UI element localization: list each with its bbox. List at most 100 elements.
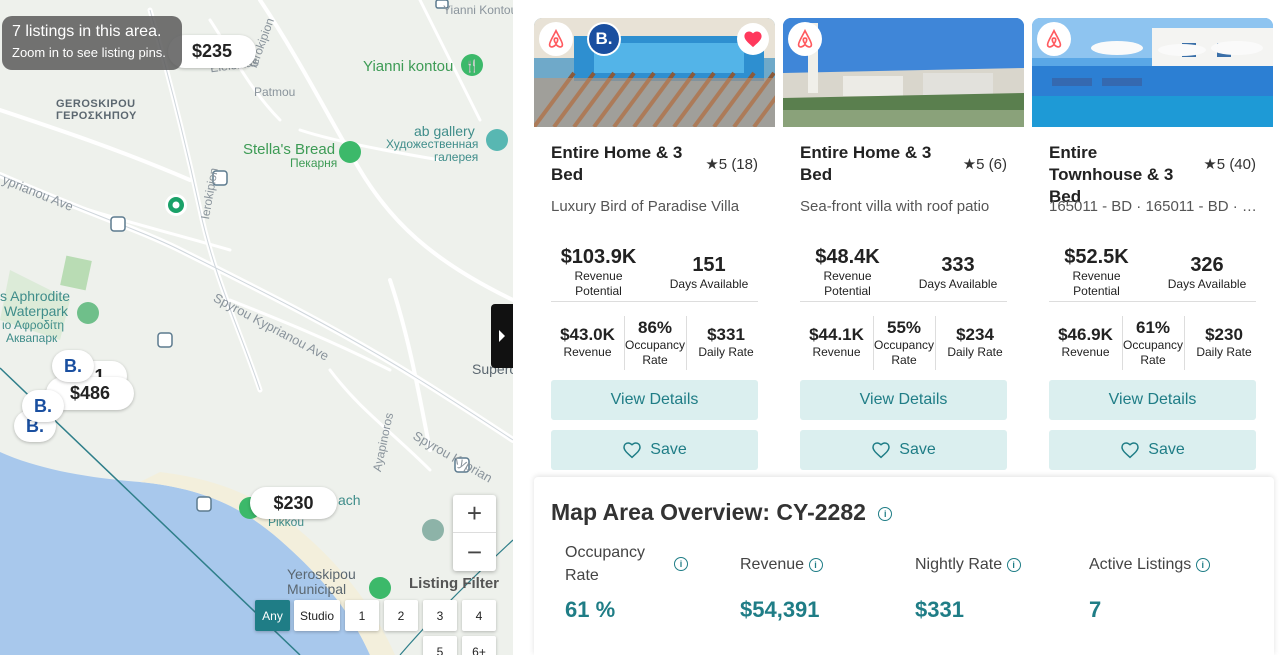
daily-rate-value: $331	[707, 325, 745, 344]
info-icon[interactable]: i	[1195, 557, 1210, 572]
listings-count-banner: 7 listings in this area. Zoom in to see …	[2, 16, 182, 70]
filter-option-any[interactable]: Any	[255, 600, 290, 631]
revenue-potential-stat: $103.9K Revenue Potential	[551, 246, 646, 299]
map-area-overview-panel: Map Area Overview: CY-2282 i Occupancy R…	[534, 477, 1274, 655]
map-label-street: Patmou	[254, 85, 296, 99]
filter-option-3[interactable]: 3	[423, 600, 457, 631]
info-icon[interactable]: i	[808, 557, 823, 572]
zoom-hint-text: Zoom in to see listing pins.	[12, 45, 166, 60]
daily-rate-value: $234	[956, 325, 994, 344]
price-pin[interactable]: $230	[250, 487, 337, 519]
info-icon[interactable]: i	[878, 506, 893, 521]
map-label-place: ΓΕΡΟΣΚΗΠΟΥ	[56, 110, 137, 122]
info-icon[interactable]: i	[674, 557, 688, 571]
map-label-poi: Waterpark	[4, 303, 69, 319]
revenue-potential-stat: $48.4K Revenue Potential	[800, 246, 895, 299]
revenue-potential-value: $52.5K	[1064, 246, 1129, 268]
daily-rate-stat: $230 Daily Rate	[1184, 325, 1264, 360]
listing-card[interactable]: B. Entire Home & 3 Bed ★5 (18) Luxury Bi…	[534, 18, 775, 498]
save-button[interactable]: Save	[1049, 430, 1256, 470]
daily-rate-label: Daily Rate	[947, 345, 1003, 359]
save-button[interactable]: Save	[800, 430, 1007, 470]
revenue-label: Revenue	[1061, 345, 1110, 359]
map-label-poi: Municipal	[287, 581, 347, 597]
save-button[interactable]: Save	[551, 430, 758, 470]
svg-text:🍴: 🍴	[465, 59, 480, 73]
map-label-poi: Stella's Bread	[243, 141, 336, 158]
divider	[551, 301, 758, 302]
info-icon[interactable]: i	[1006, 557, 1021, 572]
listing-photo[interactable]: B.	[534, 18, 775, 127]
heart-outline-icon	[1121, 442, 1140, 459]
listing-title[interactable]: Entire Home & 3 Bed	[551, 142, 691, 186]
listings-count-text: 7 listings in this area.	[12, 23, 162, 40]
divider	[1049, 301, 1256, 302]
map-label-poi: Yeroskipou	[287, 566, 356, 582]
listing-card[interactable]: Entire Townhouse & 3 Bed ★5 (40) 165011 …	[1032, 18, 1273, 498]
revenue-potential-value: $48.4K	[815, 246, 880, 268]
listing-rating: ★5 (18)	[705, 156, 758, 173]
occupancy-stat: 55% Occupancy Rate	[873, 318, 935, 368]
occupancy-rate-metric: Occupancy Rate i 61 %	[565, 541, 690, 622]
map-label-poi: s Aphrodite	[0, 288, 71, 304]
revenue-stat: $43.0K Revenue	[551, 325, 624, 360]
daily-rate-label: Daily Rate	[698, 345, 754, 359]
revenue-value: $43.0K	[560, 325, 615, 344]
view-details-button[interactable]: View Details	[551, 380, 758, 420]
map-label-poi: Yianni kontou	[363, 58, 454, 75]
revenue-potential-label: Revenue Potential	[1072, 269, 1121, 298]
filter-option-2[interactable]: 2	[384, 600, 418, 631]
divider	[800, 301, 1007, 302]
revenue-potential-label: Revenue Potential	[574, 269, 623, 298]
active-listings-metric: Active Listings i 7	[1089, 553, 1249, 622]
booking-pin[interactable]: B.	[22, 390, 64, 422]
metric-value: 7	[1089, 597, 1102, 622]
listing-filter-title: Listing Filter	[409, 575, 499, 592]
daily-rate-stat: $234 Daily Rate	[935, 325, 1015, 360]
save-label: Save	[1148, 441, 1185, 458]
listing-subtitle: Sea-front villa with roof patio	[800, 198, 990, 215]
listing-rating: ★5 (6)	[962, 156, 1007, 173]
filter-option-6plus[interactable]: 6+	[462, 636, 496, 655]
revenue-stat: $44.1K Revenue	[800, 325, 873, 360]
view-details-button[interactable]: View Details	[1049, 380, 1256, 420]
metric-value: $54,391	[740, 597, 820, 622]
map-label-poi: Пекарня	[290, 156, 338, 170]
listing-rating: ★5 (40)	[1203, 156, 1256, 173]
booking-logo-icon: B.	[587, 22, 621, 56]
revenue-potential-label: Revenue Potential	[823, 269, 872, 298]
listing-photo[interactable]	[783, 18, 1024, 127]
favorite-heart-button[interactable]	[737, 23, 769, 55]
zoom-in-button[interactable]: +	[453, 495, 496, 533]
filter-option-1[interactable]: 1	[345, 600, 379, 631]
filter-option-5[interactable]: 5	[423, 636, 457, 655]
days-available-value: 326	[1190, 254, 1224, 276]
save-label: Save	[899, 441, 936, 458]
listing-photo[interactable]	[1032, 18, 1273, 127]
caret-right-icon	[499, 330, 505, 342]
map-label-poi: галерея	[434, 150, 479, 164]
revenue-potential-stat: $52.5K Revenue Potential	[1049, 246, 1144, 299]
days-available-label: Days Available	[1167, 277, 1247, 291]
days-available-value: 333	[941, 254, 975, 276]
daily-rate-value: $230	[1205, 325, 1243, 344]
revenue-value: $44.1K	[809, 325, 864, 344]
days-available-stat: 333 Days Available	[908, 254, 1008, 292]
view-details-button[interactable]: View Details	[800, 380, 1007, 420]
listing-title[interactable]: Entire Home & 3 Bed	[800, 142, 940, 186]
filter-option-studio[interactable]: Studio	[294, 600, 340, 631]
app-root: 🍴 Yianni Kontou Yianni kontou GEROSKIPOU…	[0, 0, 1280, 655]
zoom-control: + −	[453, 495, 496, 571]
map-view[interactable]: 🍴 Yianni Kontou Yianni kontou GEROSKIPOU…	[0, 0, 513, 655]
occupancy-value: 86%	[637, 318, 673, 337]
booking-pin[interactable]: B.	[52, 350, 94, 382]
map-label-poi: ach	[338, 492, 361, 508]
nightly-rate-metric: Nightly Rate i $331	[915, 553, 1075, 622]
occupancy-stat: 61% Occupancy Rate	[1122, 318, 1184, 368]
revenue-potential-value: $103.9K	[560, 246, 637, 268]
filter-option-4[interactable]: 4	[462, 600, 496, 631]
zoom-out-button[interactable]: −	[453, 533, 496, 571]
collapse-map-button[interactable]	[491, 304, 513, 368]
listing-card[interactable]: Entire Home & 3 Bed ★5 (6) Sea-front vil…	[783, 18, 1024, 498]
occupancy-value: 61%	[1135, 318, 1171, 337]
